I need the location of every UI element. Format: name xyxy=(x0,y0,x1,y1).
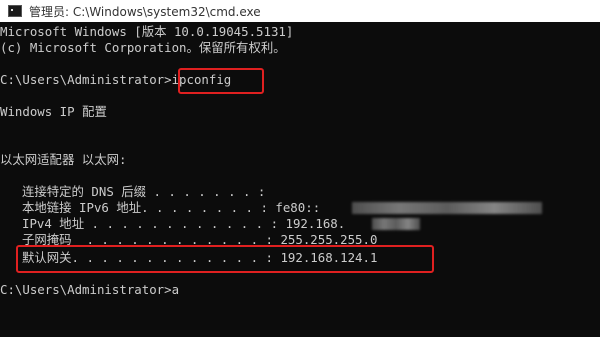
command-line-2: C:\Users\Administrator>a xyxy=(0,282,180,298)
console-output[interactable]: Microsoft Windows [版本 10.0.19045.5131] (… xyxy=(0,22,600,337)
ip-config-title: Windows IP 配置 xyxy=(0,104,107,119)
highlight-default-gateway xyxy=(16,245,434,273)
entry-value: 192.168. xyxy=(285,216,346,231)
entry-value: fe80:: xyxy=(275,200,321,215)
entry-label: 本地链接 IPv6 地址. . . . . . . . : xyxy=(22,200,268,215)
prompt: C:\Users\Administrator> xyxy=(0,72,172,87)
entry-label: 连接特定的 DNS 后缀 . . . . . . . : xyxy=(22,184,266,199)
entry-label: IPv4 地址 . . . . . . . . . . . . : xyxy=(22,216,279,231)
redacted-ipv4 xyxy=(372,218,420,230)
cmd-icon xyxy=(8,5,22,17)
title-bar[interactable]: 管理员: C:\Windows\system32\cmd.exe xyxy=(0,0,600,22)
entry-dns-suffix: 连接特定的 DNS 后缀 . . . . . . . : xyxy=(22,184,273,200)
entry-ipv4: IPv4 地址 . . . . . . . . . . . . : 192.16… xyxy=(22,216,345,232)
redacted-ipv6 xyxy=(352,202,542,214)
highlight-ipconfig xyxy=(178,68,264,94)
window-title: 管理员: C:\Windows\system32\cmd.exe xyxy=(29,4,261,19)
entry-ipv6: 本地链接 IPv6 地址. . . . . . . . : fe80:: xyxy=(22,200,320,216)
version-line: Microsoft Windows [版本 10.0.19045.5131] xyxy=(0,24,294,39)
copyright-line: (c) Microsoft Corporation。保留所有权利。 xyxy=(0,40,286,55)
command-text: a xyxy=(171,282,180,297)
prompt: C:\Users\Administrator> xyxy=(0,282,172,297)
cmd-window: 管理员: C:\Windows\system32\cmd.exe Microso… xyxy=(0,0,600,337)
adapter-heading: 以太网适配器 以太网: xyxy=(0,152,127,167)
